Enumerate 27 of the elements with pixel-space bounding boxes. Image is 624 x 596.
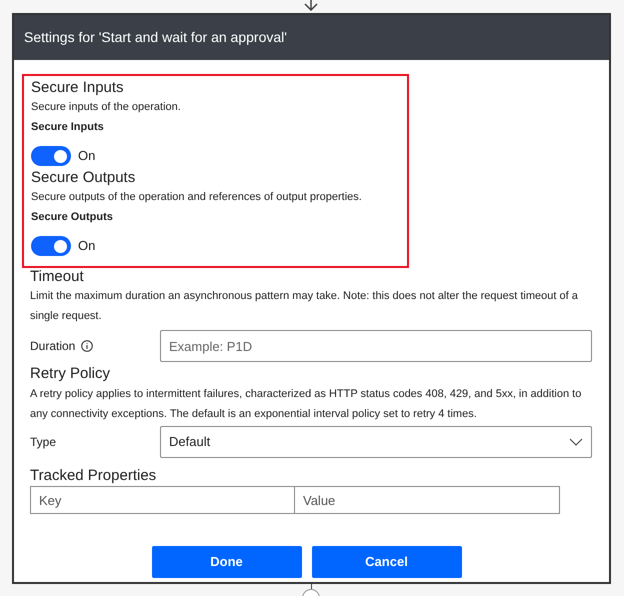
- type-dropdown[interactable]: Default: [160, 426, 592, 458]
- section-description: Limit the maximum duration an asynchronous pattern may take. Note: this does not alter the request timeout of a single request.: [30, 289, 579, 324]
- toggle-switch[interactable]: [31, 146, 71, 166]
- field-label: Type: [30, 434, 58, 451]
- toggle-switch[interactable]: [31, 236, 71, 256]
- section-description: Secure inputs of the operation.: [31, 100, 182, 115]
- dialog-button[interactable]: Cancel: [312, 546, 462, 578]
- section-heading: Secure Outputs: [31, 168, 136, 188]
- toggle-label: On: [78, 237, 96, 256]
- section-description: A retry policy applies to intermittent failures, characterized as HTTP status codes 408, 429, and 5xx, in addition to any connectivity exceptions. The default is an exponential interval policy set to retry 4 times.: [30, 387, 582, 422]
- field-label: Secure Outputs: [31, 210, 114, 225]
- field-label: Secure Inputs: [31, 120, 105, 135]
- info-icon[interactable]: [81, 340, 94, 352]
- section-heading: Tracked Properties: [30, 466, 158, 486]
- key-field[interactable]: Key: [30, 486, 295, 514]
- chevron-down-icon: [569, 438, 583, 446]
- value-field[interactable]: Value: [295, 486, 560, 514]
- section-heading: Timeout: [30, 268, 85, 286]
- section-heading: Retry Policy: [30, 364, 112, 384]
- duration-field[interactable]: Example: P1D: [160, 330, 592, 362]
- dialog-title: Settings for 'Start and wait for an approval': [24, 28, 287, 47]
- section-description: Secure outputs of the operation and references of output properties.: [31, 190, 363, 205]
- section-heading: Secure Inputs: [31, 78, 125, 98]
- dialog-button[interactable]: Done: [152, 546, 302, 578]
- toggle-label: On: [78, 147, 96, 166]
- field-label: Duration: [30, 338, 76, 355]
- down-arrow-icon: [304, 0, 318, 11]
